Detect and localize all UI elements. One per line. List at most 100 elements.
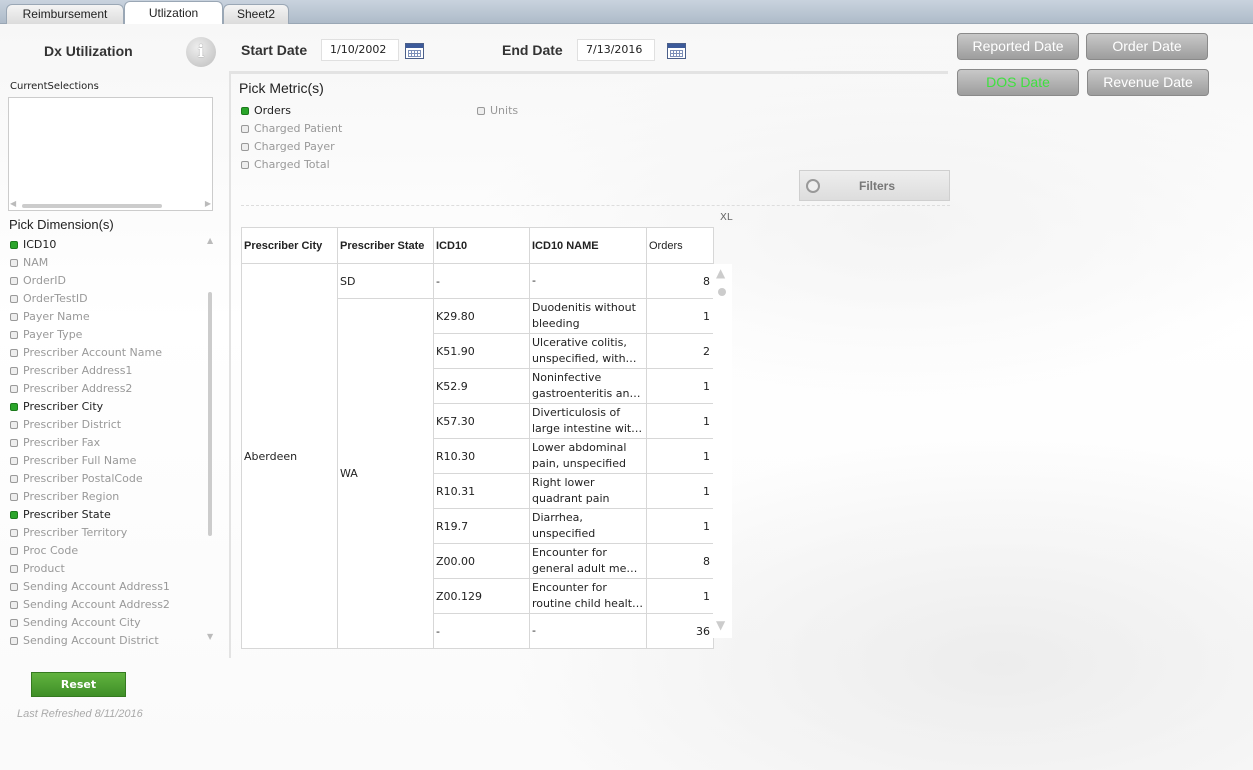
scrollbar-thumb[interactable] bbox=[22, 204, 162, 208]
cell-icd10[interactable]: - bbox=[433, 613, 530, 649]
start-date-input[interactable]: 1/10/2002 bbox=[321, 39, 399, 61]
cell-orders[interactable]: 8 bbox=[646, 543, 714, 579]
cell-icd10-name[interactable]: Lower abdominal pain, unspecified bbox=[529, 438, 647, 474]
cell-icd10-name[interactable]: - bbox=[529, 613, 647, 649]
cell-orders[interactable]: 1 bbox=[646, 508, 714, 544]
checkbox[interactable] bbox=[10, 475, 18, 483]
checkbox[interactable] bbox=[10, 367, 18, 375]
dimension-item[interactable]: Prescriber District bbox=[8, 416, 208, 434]
checkbox[interactable] bbox=[10, 511, 18, 519]
export-excel-button[interactable]: XL bbox=[720, 212, 732, 223]
cell-icd10[interactable]: K51.90 bbox=[433, 333, 530, 369]
cell-prescriber-state[interactable]: SD bbox=[337, 263, 434, 299]
cell-icd10-name[interactable]: Diverticulosis of large intestine wit… bbox=[529, 403, 647, 439]
calendar-icon[interactable] bbox=[667, 43, 686, 59]
dimension-item[interactable]: Prescriber Address1 bbox=[8, 362, 208, 380]
dimension-item[interactable]: OrderID bbox=[8, 272, 208, 290]
calendar-icon[interactable] bbox=[405, 43, 424, 59]
cell-icd10[interactable]: R10.31 bbox=[433, 473, 530, 509]
revenue-date-button[interactable]: Revenue Date bbox=[1087, 69, 1209, 96]
scroll-down-icon[interactable]: ▼ bbox=[716, 618, 725, 632]
dimension-item[interactable]: Prescriber Full Name bbox=[8, 452, 208, 470]
metric-orders[interactable]: Orders bbox=[239, 104, 291, 117]
cell-orders[interactable]: 1 bbox=[646, 368, 714, 404]
checkbox[interactable] bbox=[10, 349, 18, 357]
dimension-item[interactable]: Prescriber City bbox=[8, 398, 208, 416]
cell-icd10-name[interactable]: Encounter for general adult med… bbox=[529, 543, 647, 579]
metric-charged-total[interactable]: Charged Total bbox=[239, 158, 330, 171]
cell-icd10[interactable]: - bbox=[433, 263, 530, 299]
dimension-item[interactable]: Sending Account Address1 bbox=[8, 578, 208, 596]
scroll-down-icon[interactable]: ▼ bbox=[207, 632, 213, 641]
tab-sheet2[interactable]: Sheet2 bbox=[223, 4, 289, 24]
filters-button[interactable]: Filters bbox=[799, 170, 950, 201]
checkbox[interactable] bbox=[10, 457, 18, 465]
tab-utlization[interactable]: Utlization bbox=[124, 1, 223, 24]
dimension-item[interactable]: Prescriber PostalCode bbox=[8, 470, 208, 488]
dimension-item[interactable]: Sending Account District bbox=[8, 632, 208, 650]
column-header-icd10[interactable]: ICD10 bbox=[433, 227, 530, 264]
dimension-item[interactable]: Prescriber Fax bbox=[8, 434, 208, 452]
dimension-item[interactable]: Product bbox=[8, 560, 208, 578]
checkbox[interactable] bbox=[10, 331, 18, 339]
cell-icd10-name[interactable]: Diarrhea, unspecified bbox=[529, 508, 647, 544]
metric-units[interactable]: Units bbox=[475, 104, 518, 117]
dimension-item[interactable]: Sending Account City bbox=[8, 614, 208, 632]
reset-button[interactable]: Reset bbox=[31, 672, 126, 697]
column-header-orders[interactable]: Orders bbox=[646, 227, 714, 264]
cell-icd10-name[interactable]: - bbox=[529, 263, 647, 299]
scrollbar-thumb[interactable] bbox=[718, 288, 726, 296]
checkbox[interactable] bbox=[10, 403, 18, 411]
table-row[interactable]: Aberdeen SD - -8 bbox=[241, 263, 714, 649]
scrollbar-thumb[interactable] bbox=[208, 292, 212, 536]
order-date-button[interactable]: Order Date bbox=[1086, 33, 1208, 60]
cell-prescriber-city[interactable]: Aberdeen bbox=[241, 263, 338, 649]
cell-icd10-name[interactable]: Duodenitis without bleeding bbox=[529, 298, 647, 334]
dimension-item[interactable]: Prescriber Territory bbox=[8, 524, 208, 542]
current-selections-box[interactable] bbox=[8, 97, 213, 211]
cell-icd10-name[interactable]: Right lower quadrant pain bbox=[529, 473, 647, 509]
cell-orders[interactable]: 8 bbox=[646, 263, 714, 299]
scroll-up-icon[interactable]: ▲ bbox=[716, 266, 725, 280]
dimension-item[interactable]: ICD10 bbox=[8, 236, 208, 254]
cell-orders[interactable]: 2 bbox=[646, 333, 714, 369]
cell-orders[interactable]: 1 bbox=[646, 403, 714, 439]
end-date-input[interactable]: 7/13/2016 bbox=[577, 39, 655, 61]
checkbox[interactable] bbox=[10, 241, 18, 249]
dimension-item[interactable]: Prescriber Account Name bbox=[8, 344, 208, 362]
dimension-item[interactable]: Payer Name bbox=[8, 308, 208, 326]
dimension-item[interactable]: Payer Type bbox=[8, 326, 208, 344]
checkbox[interactable] bbox=[241, 143, 249, 151]
cell-icd10[interactable]: K52.9 bbox=[433, 368, 530, 404]
cell-orders[interactable]: 1 bbox=[646, 438, 714, 474]
cell-prescriber-state[interactable]: WA bbox=[337, 298, 434, 649]
scroll-up-icon[interactable]: ▲ bbox=[207, 236, 213, 245]
table-scrollbar[interactable]: ▲ ▼ bbox=[713, 264, 732, 638]
dimension-item[interactable]: NAM bbox=[8, 254, 208, 272]
checkbox[interactable] bbox=[10, 259, 18, 267]
checkbox[interactable] bbox=[10, 529, 18, 537]
checkbox[interactable] bbox=[10, 565, 18, 573]
cell-icd10[interactable]: K57.30 bbox=[433, 403, 530, 439]
checkbox[interactable] bbox=[477, 107, 485, 115]
current-selections-scrollbar[interactable]: ◀ ▶ bbox=[8, 199, 213, 210]
tab-reimbursement[interactable]: Reimbursement bbox=[6, 4, 124, 24]
column-header-prescriber-city[interactable]: Prescriber City bbox=[241, 227, 338, 264]
dos-date-button[interactable]: DOS Date bbox=[957, 69, 1079, 96]
cell-icd10[interactable]: K29.80 bbox=[433, 298, 530, 334]
dimension-item[interactable]: Sending Account Address2 bbox=[8, 596, 208, 614]
cell-icd10[interactable]: Z00.00 bbox=[433, 543, 530, 579]
checkbox[interactable] bbox=[10, 547, 18, 555]
checkbox[interactable] bbox=[10, 439, 18, 447]
checkbox[interactable] bbox=[10, 601, 18, 609]
checkbox[interactable] bbox=[10, 385, 18, 393]
cell-icd10-name[interactable]: Encounter for routine child healt… bbox=[529, 578, 647, 614]
cell-icd10[interactable]: R10.30 bbox=[433, 438, 530, 474]
reported-date-button[interactable]: Reported Date bbox=[957, 33, 1079, 60]
checkbox[interactable] bbox=[241, 125, 249, 133]
checkbox[interactable] bbox=[10, 421, 18, 429]
dimension-item[interactable]: OrderTestID bbox=[8, 290, 208, 308]
dimension-item[interactable]: Prescriber Region bbox=[8, 488, 208, 506]
checkbox[interactable] bbox=[241, 107, 249, 115]
cell-icd10-name[interactable]: Ulcerative colitis, unspecified, with… bbox=[529, 333, 647, 369]
